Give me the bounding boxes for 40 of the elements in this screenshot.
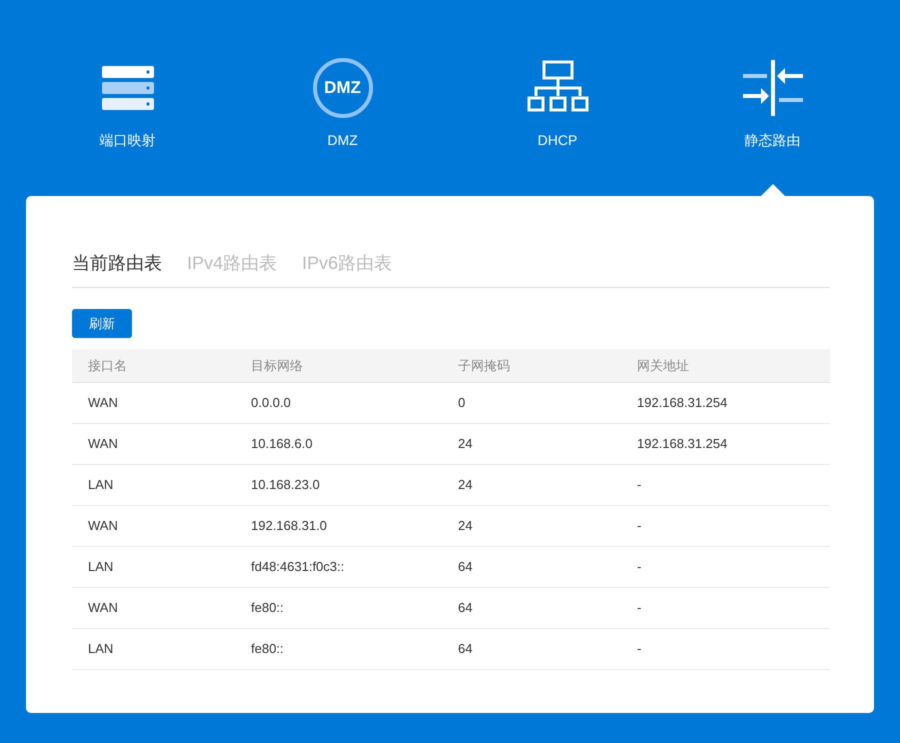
- column-header: 子网掩码: [442, 349, 621, 382]
- table-cell: 10.168.6.0: [235, 423, 442, 464]
- table-cell: 192.168.31.0: [235, 505, 442, 546]
- table-cell: 24: [442, 464, 621, 505]
- table-cell: -: [621, 587, 830, 628]
- table-cell: WAN: [72, 382, 235, 423]
- table-cell: 192.168.31.254: [621, 382, 830, 423]
- table-cell: WAN: [72, 587, 235, 628]
- route-arrows-icon[interactable]: [740, 58, 804, 118]
- dmz-icon[interactable]: DMZ: [312, 58, 372, 118]
- table-cell: 64: [442, 587, 621, 628]
- table-cell: 0: [442, 382, 621, 423]
- nav-tab[interactable]: DHCP: [538, 130, 578, 151]
- table-cell: 0.0.0.0: [235, 382, 442, 423]
- table-cell: WAN: [72, 505, 235, 546]
- table-cell: 24: [442, 423, 621, 464]
- table-cell: LAN: [72, 464, 235, 505]
- tab[interactable]: 当前路由表: [72, 250, 162, 277]
- column-header: 网关地址: [621, 349, 830, 382]
- table-cell: WAN: [72, 423, 235, 464]
- table-cell: fe80::: [235, 587, 442, 628]
- nav-tab[interactable]: DMZ: [327, 130, 358, 151]
- table-cell: -: [621, 505, 830, 546]
- table-cell: 24: [442, 505, 621, 546]
- table-cell: 64: [442, 546, 621, 587]
- table-cell: fe80::: [235, 628, 442, 669]
- table-cell: -: [621, 546, 830, 587]
- table-cell: fd48:4631:f0c3::: [235, 546, 442, 587]
- table-cell: -: [621, 464, 830, 505]
- table-cell: LAN: [72, 628, 235, 669]
- table-cell: LAN: [72, 546, 235, 587]
- column-header: 目标网络: [235, 349, 442, 382]
- refresh-button[interactable]: 刷新: [72, 309, 132, 338]
- table-cell: -: [621, 628, 830, 669]
- table-cell: 64: [442, 628, 621, 669]
- nav-tab[interactable]: 端口映射: [100, 130, 156, 151]
- table-cell: 10.168.23.0: [235, 464, 442, 505]
- column-header: 接口名: [72, 349, 235, 382]
- table-cell: 192.168.31.254: [621, 423, 830, 464]
- nav-tab[interactable]: 静态路由: [744, 130, 800, 151]
